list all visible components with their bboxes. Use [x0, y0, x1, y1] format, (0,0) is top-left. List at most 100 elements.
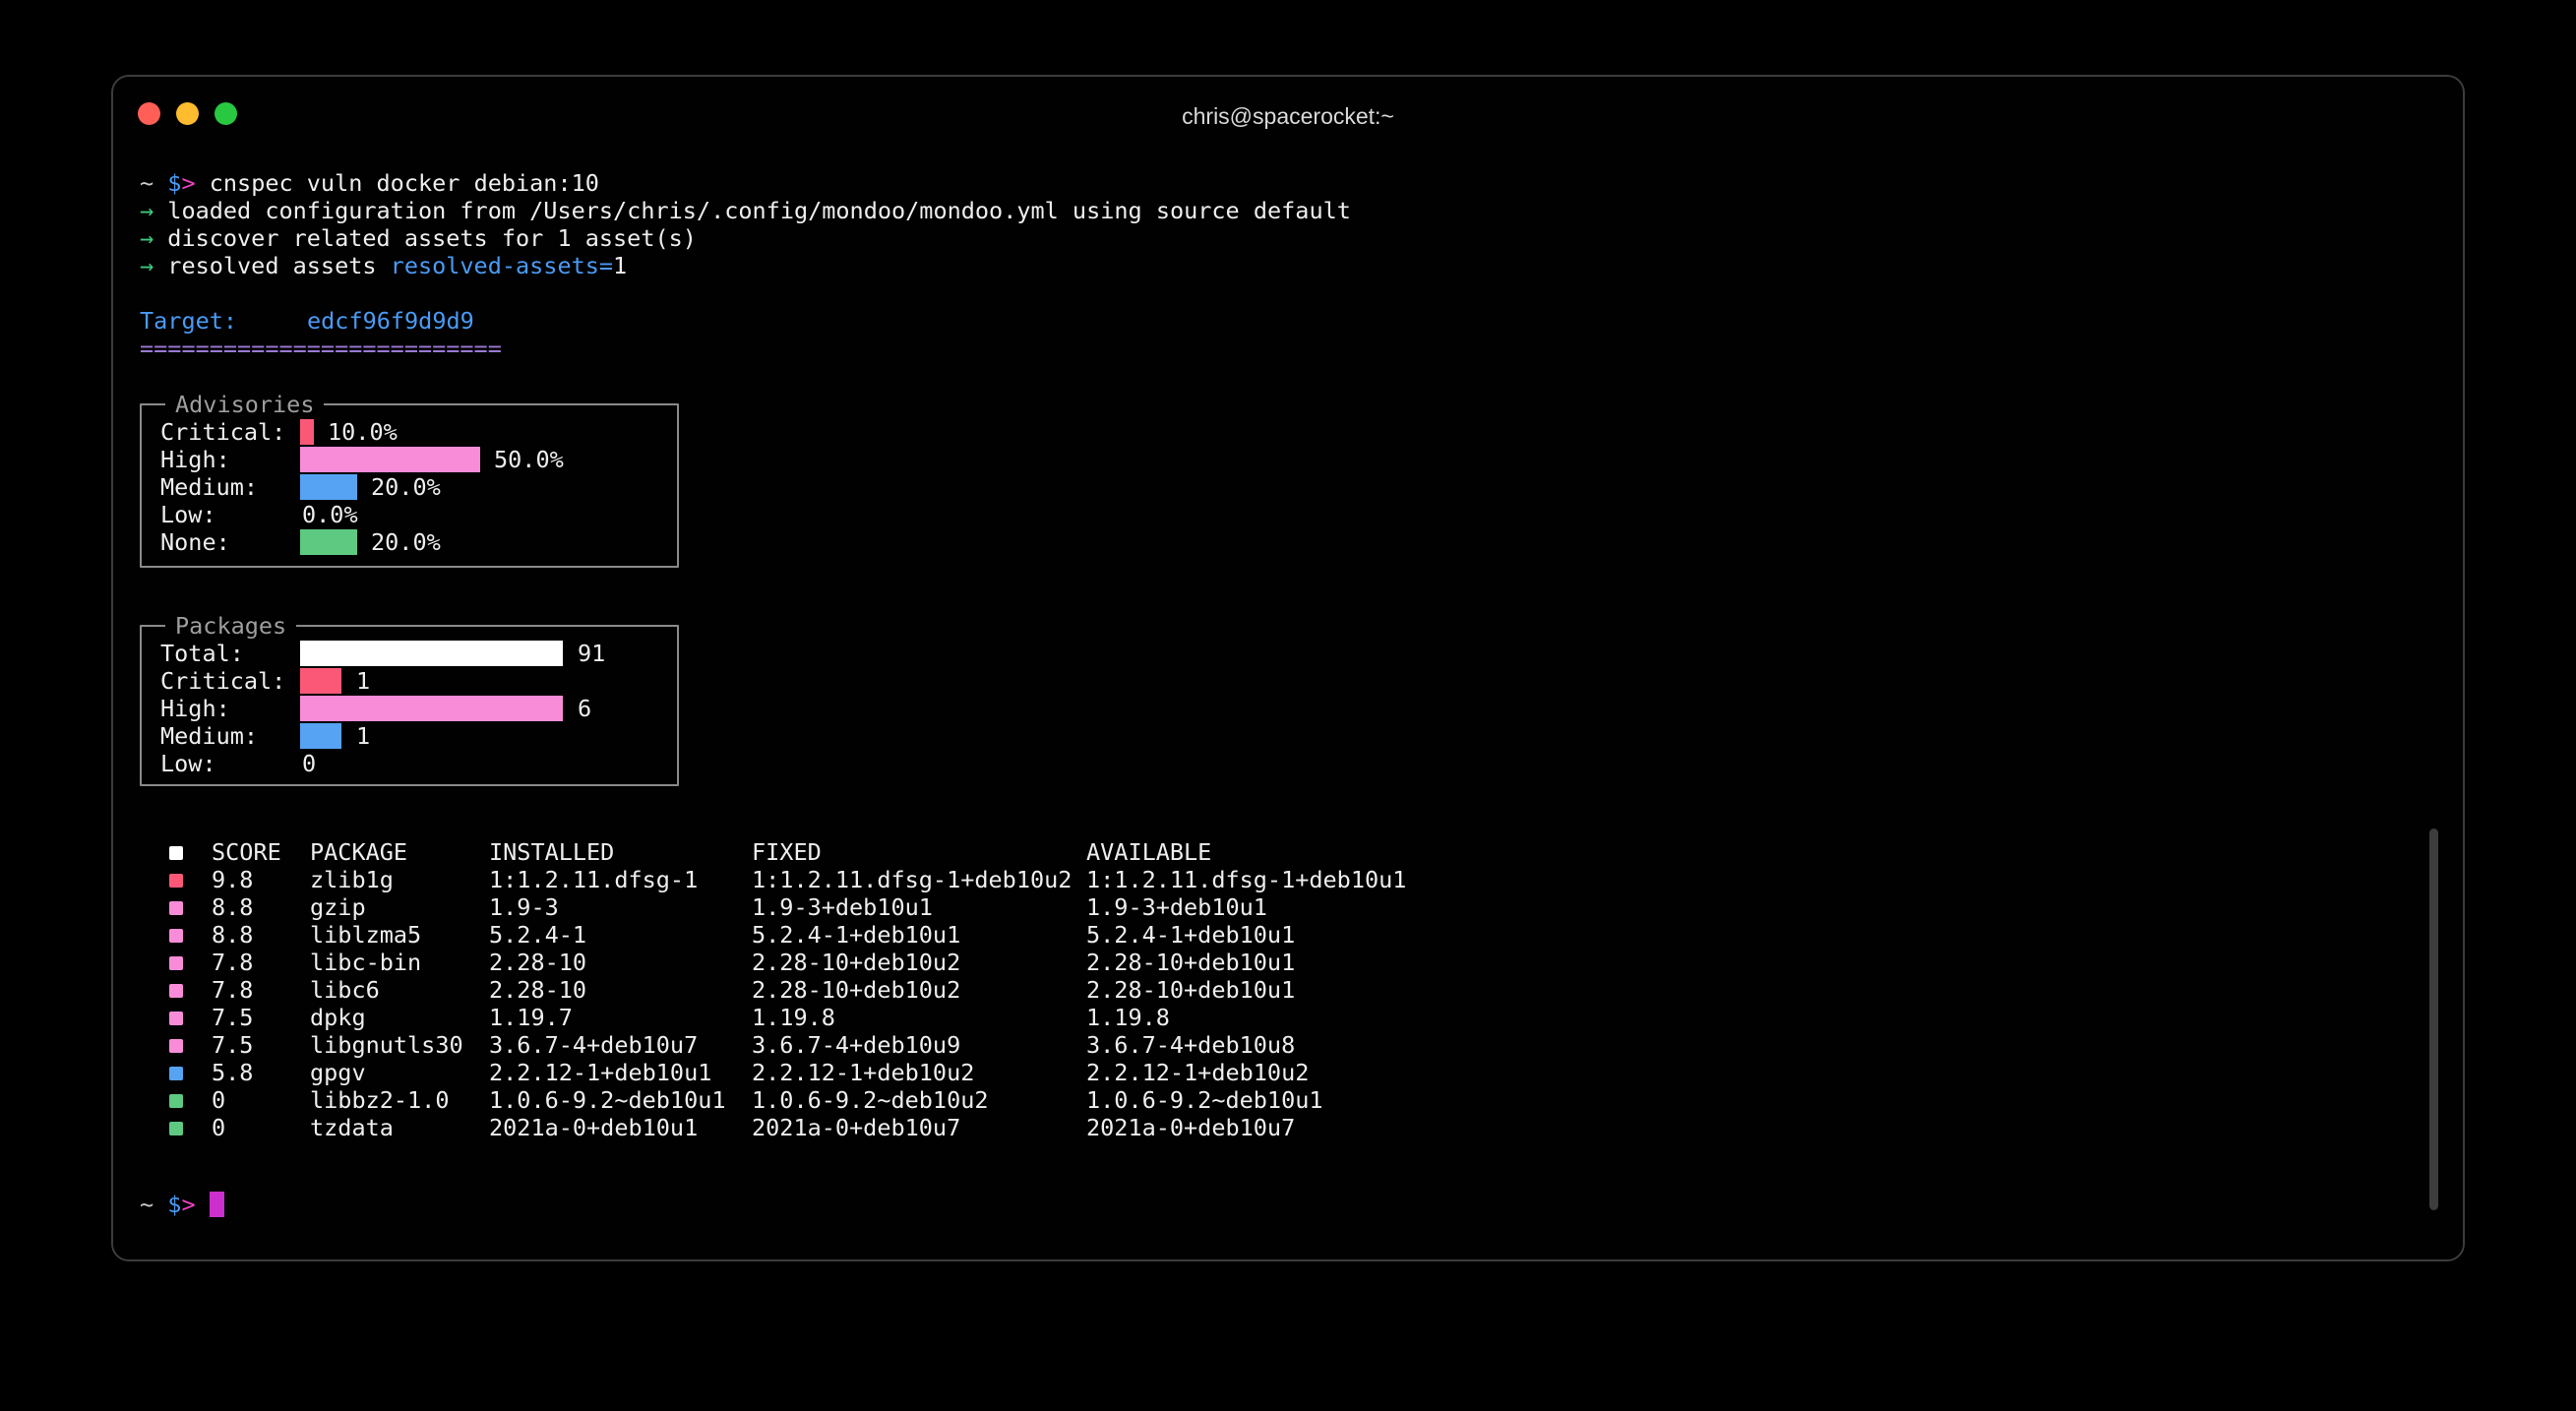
packages-row-low: Low: 0 — [142, 750, 677, 777]
count-bar — [300, 641, 563, 666]
cell-package: libc6 — [310, 976, 380, 1004]
cell-score: 9.8 — [212, 866, 254, 893]
log-value: 1 — [613, 252, 628, 279]
count-bar — [300, 723, 341, 749]
cell-available: 1.19.8 — [1086, 1004, 1170, 1031]
table-row: 7.8 libc6 2.28-10 2.28-10+deb10u2 2.28-10+de… — [140, 976, 2436, 1004]
count-label: Low: — [160, 750, 216, 777]
severity-marker — [169, 956, 183, 970]
severity-marker — [169, 1067, 183, 1080]
active-prompt[interactable]: ~ $ > — [140, 1191, 2436, 1218]
severity-marker — [169, 901, 183, 915]
cell-fixed: 2.2.12-1+deb10u2 — [752, 1059, 975, 1086]
arrow-icon: → — [140, 252, 168, 279]
count-label: Critical: — [160, 667, 286, 695]
severity-bar — [300, 474, 357, 500]
titlebar[interactable]: chris@spacerocket:~ — [113, 77, 2463, 152]
severity-value: 20.0% — [371, 528, 441, 556]
log-line: → resolved assets resolved-assets= 1 — [140, 252, 2436, 279]
col-header-fixed: FIXED — [752, 838, 822, 866]
packages-row-high: High: 6 — [142, 695, 677, 722]
text-cursor[interactable] — [209, 1192, 224, 1217]
cell-installed: 2.28-10 — [489, 949, 587, 976]
table-row: 7.5 libgnutls30 3.6.7-4+deb10u7 3.6.7-4+deb… — [140, 1031, 2436, 1059]
target-underline: ========================== — [140, 335, 2436, 362]
severity-bar — [300, 419, 314, 445]
log-line: → loaded configuration from /Users/chris… — [140, 197, 2436, 224]
count-bar — [300, 668, 341, 694]
cell-package: gzip — [310, 893, 366, 921]
cell-fixed: 5.2.4-1+deb10u1 — [752, 921, 961, 949]
cell-package: zlib1g — [310, 866, 394, 893]
cell-available: 2.28-10+deb10u1 — [1086, 949, 1296, 976]
cell-fixed: 1.9-3+deb10u1 — [752, 893, 933, 921]
log-key: resolved-assets= — [390, 252, 614, 279]
cell-available: 2.2.12-1+deb10u2 — [1086, 1059, 1310, 1086]
cell-score: 7.8 — [212, 976, 254, 1004]
count-label: Medium: — [160, 722, 259, 750]
table-row: 8.8 liblzma5 5.2.4-1 5.2.4-1+deb10u1 5.2.4-1… — [140, 921, 2436, 949]
target-label: Target: — [140, 307, 238, 335]
cell-score: 7.5 — [212, 1004, 254, 1031]
severity-bar — [300, 529, 357, 555]
count-value: 1 — [356, 722, 371, 750]
cell-available: 1.9-3+deb10u1 — [1086, 893, 1267, 921]
severity-value: 20.0% — [371, 473, 441, 501]
table-row: 0 libbz2-1.0 1.0.6-9.2~deb10u1 1.0.6-9.2~de… — [140, 1086, 2436, 1114]
cell-installed: 1.9-3 — [489, 893, 559, 921]
cell-installed: 2.28-10 — [489, 976, 587, 1004]
severity-marker — [169, 874, 183, 888]
severity-label: Low: — [160, 501, 216, 528]
cell-installed: 1.19.7 — [489, 1004, 573, 1031]
count-bar — [300, 696, 563, 721]
count-label: Total: — [160, 640, 244, 667]
packages-row-total: Total: 91 — [142, 640, 677, 667]
severity-marker — [169, 929, 183, 943]
advisories-row-low: Low: 0.0% — [142, 501, 677, 528]
log-line: → discover related assets for 1 asset(s) — [140, 224, 2436, 252]
cell-installed: 1:1.2.11.dfsg-1 — [489, 866, 699, 893]
cell-package: libc-bin — [310, 949, 422, 976]
cell-package: libgnutls30 — [310, 1031, 463, 1059]
advisories-box: Advisories Critical: 10.0% High: 50.0% Med… — [140, 391, 679, 568]
prompt-dollar: $ — [167, 1191, 182, 1218]
cell-available: 1:1.2.11.dfsg-1+deb10u1 — [1086, 866, 1407, 893]
cell-package: libbz2-1.0 — [310, 1086, 450, 1114]
underline-equals: ========================== — [140, 335, 502, 362]
terminal-content: ~ $ > cnspec vuln docker debian:10 → load… — [140, 169, 2436, 1218]
packages-rows: Total: 91 Critical: 1 High: 6 Medium: 1 Low:… — [142, 627, 677, 777]
prompt-arrow: > — [181, 169, 210, 197]
severity-label: Medium: — [160, 473, 259, 501]
cell-score: 7.8 — [212, 949, 254, 976]
table-row: 7.5 dpkg 1.19.7 1.19.8 1.19.8 — [140, 1004, 2436, 1031]
cell-fixed: 1.19.8 — [752, 1004, 835, 1031]
advisories-rows: Critical: 10.0% High: 50.0% Medium: 20.0% L… — [142, 405, 677, 556]
command-text: cnspec vuln docker debian:10 — [209, 169, 599, 197]
count-value: 1 — [356, 667, 371, 695]
severity-value: 50.0% — [494, 446, 564, 473]
prompt-arrow: > — [181, 1191, 210, 1218]
severity-value: 0.0% — [302, 501, 358, 528]
cell-package: dpkg — [310, 1004, 366, 1031]
cell-package: liblzma5 — [310, 921, 422, 949]
prompt-tilde: ~ — [140, 169, 168, 197]
prompt-tilde: ~ — [140, 1191, 168, 1218]
scrollbar-thumb[interactable] — [2429, 828, 2438, 1210]
cell-fixed: 1.0.6-9.2~deb10u2 — [752, 1086, 989, 1114]
severity-marker — [169, 1012, 183, 1025]
arrow-icon: → — [140, 224, 168, 252]
cell-score: 5.8 — [212, 1059, 254, 1086]
cell-installed: 5.2.4-1 — [489, 921, 587, 949]
severity-marker — [169, 1039, 183, 1053]
table-row: 9.8 zlib1g 1:1.2.11.dfsg-1 1:1.2.11.dfsg-1+… — [140, 866, 2436, 893]
packages-box-title: Packages — [165, 612, 297, 640]
cell-installed: 3.6.7-4+deb10u7 — [489, 1031, 699, 1059]
cell-package: gpgv — [310, 1059, 366, 1086]
vulnerability-table: SCORE PACKAGE INSTALLED FIXED AVAILABLE 9.8 z… — [140, 838, 2436, 1141]
severity-value: 10.0% — [328, 418, 398, 446]
prompt-dollar: $ — [167, 169, 182, 197]
cell-available: 5.2.4-1+deb10u1 — [1086, 921, 1296, 949]
advisories-box-title: Advisories — [165, 391, 325, 418]
cell-fixed: 3.6.7-4+deb10u9 — [752, 1031, 961, 1059]
count-label: High: — [160, 695, 230, 722]
